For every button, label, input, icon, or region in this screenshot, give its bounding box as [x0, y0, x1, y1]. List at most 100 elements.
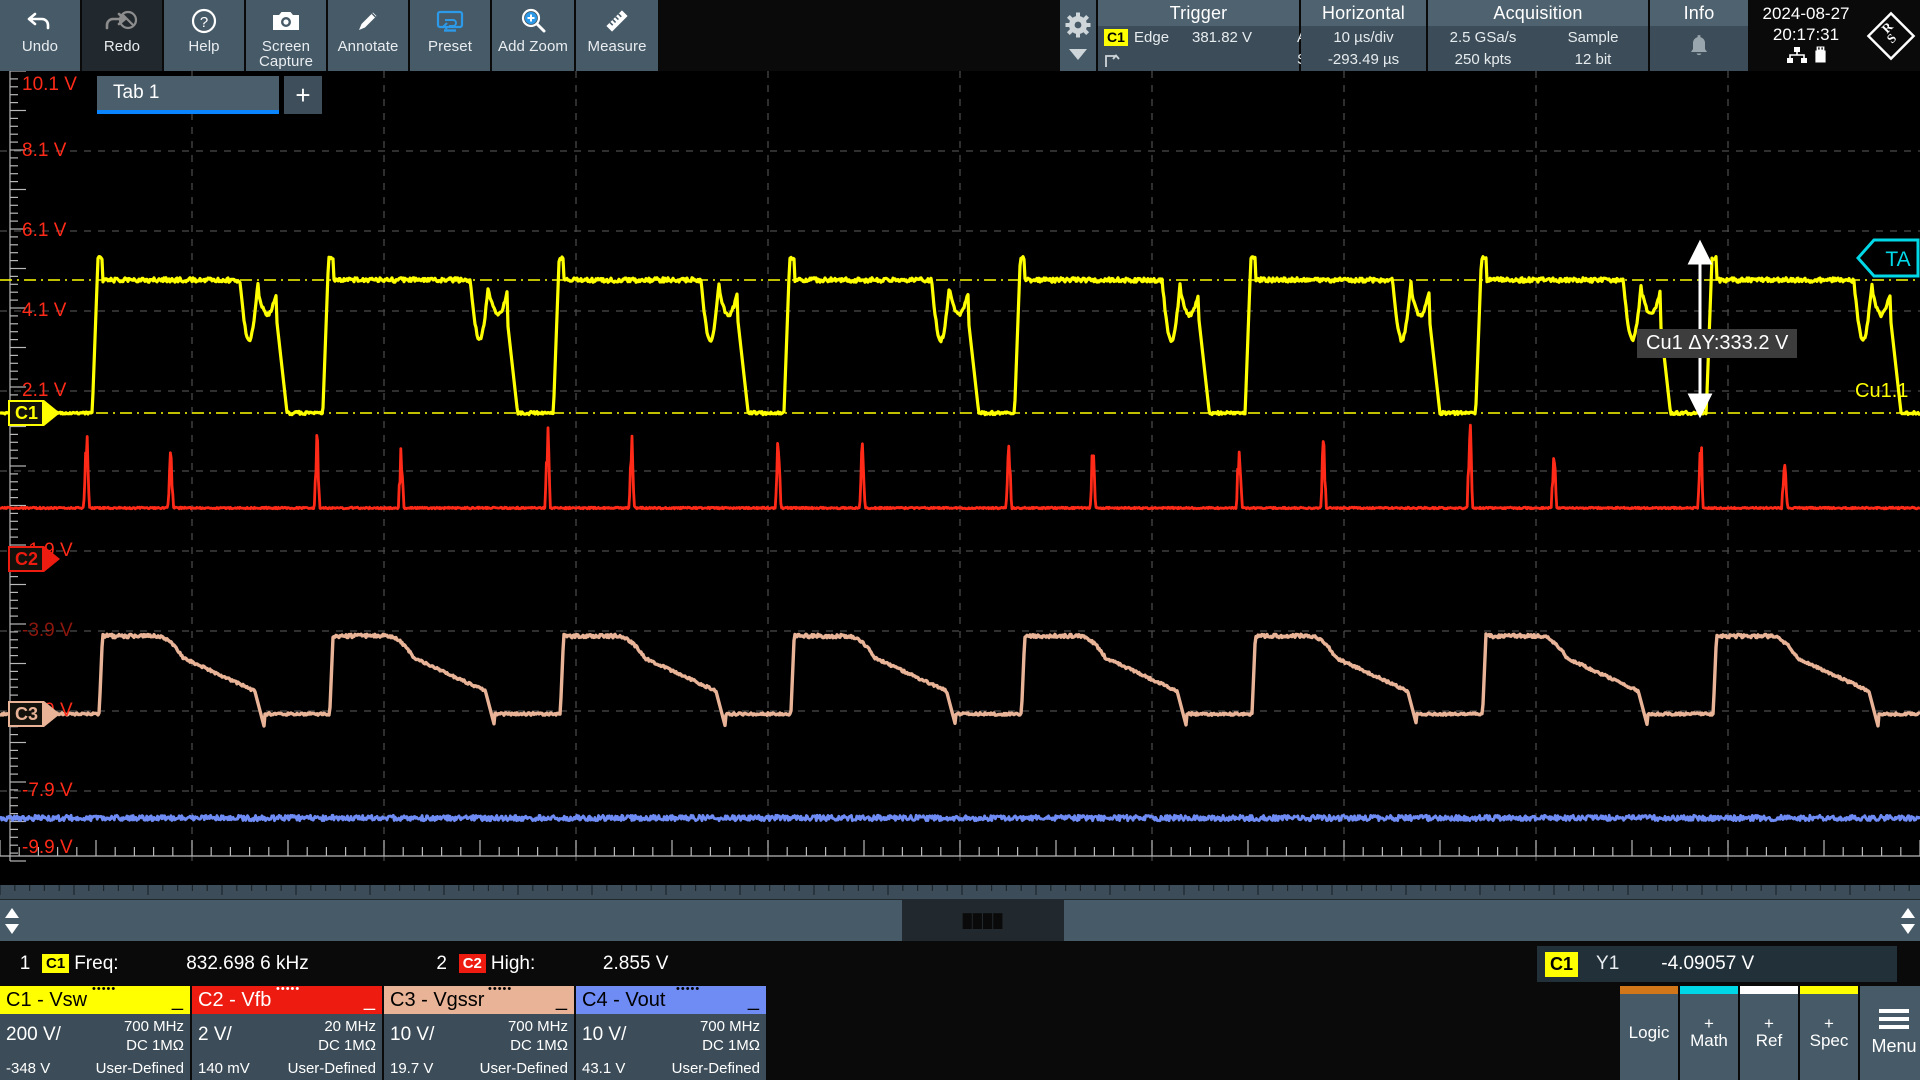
scrollbar-thumb[interactable]: ████	[902, 899, 1064, 942]
acquisition-mode[interactable]: Sample	[1568, 29, 1619, 46]
channel-bandwidth[interactable]: 20 MHz	[318, 1017, 376, 1036]
spec-button[interactable]: + Spec	[1800, 986, 1858, 1080]
channel-probe[interactable]: User-Defined	[96, 1060, 184, 1077]
cursor-readout-panel[interactable]: C1 Y1 -4.09057 V	[1537, 946, 1897, 982]
y-tick-label-hidden: -3.9 V	[22, 620, 73, 641]
add-zoom-button[interactable]: Add Zoom	[492, 0, 576, 71]
ref-button[interactable]: + Ref	[1740, 986, 1798, 1080]
measurement-source[interactable]: C2	[458, 954, 486, 973]
logic-button[interactable]: Logic	[1620, 986, 1678, 1080]
channel-bandwidth[interactable]: 700 MHz	[508, 1017, 568, 1036]
redo-button[interactable]: Redo	[82, 0, 164, 71]
measure-button[interactable]: Measure	[576, 0, 660, 71]
waveform-display[interactable]: 10.1 V 8.1 V 6.1 V 4.1 V 2.1 V -1.9 V -5…	[0, 71, 1920, 885]
channel-probe[interactable]: User-Defined	[288, 1060, 376, 1077]
annotate-button[interactable]: Annotate	[328, 0, 410, 71]
add-zoom-label: Add Zoom	[498, 38, 568, 55]
measurement-value: 2.855 V	[602, 952, 669, 974]
cursor-delta-label[interactable]: Cu1 ΔY:333.2 V	[1637, 329, 1798, 358]
clock-panel[interactable]: 2024-08-27 20:17:31	[1750, 0, 1862, 71]
channel-vertical-scale[interactable]: 2 V/	[198, 1016, 232, 1047]
channel-marker-c2[interactable]: C2	[2, 546, 61, 572]
help-button[interactable]: ? Help	[164, 0, 246, 71]
channel-signal-dots: •••••	[676, 983, 701, 995]
channel-offset[interactable]: 19.7 V	[390, 1060, 433, 1077]
tab-1[interactable]: Tab 1	[97, 76, 279, 114]
preset-button[interactable]: Preset	[410, 0, 492, 71]
channel-offset[interactable]: 43.1 V	[582, 1060, 625, 1077]
channel-bandwidth[interactable]: 700 MHz	[124, 1017, 184, 1036]
measurement-results-bar[interactable]: 1 C1 Freq: 832.698 6 kHz 2 C2 High: 2.85…	[0, 941, 1529, 986]
record-length[interactable]: 250 kpts	[1455, 51, 1512, 68]
channel-coupling[interactable]: DC 1MΩ	[124, 1036, 184, 1055]
scrollbar-track[interactable]: ████	[24, 899, 1896, 942]
channel-card-c2[interactable]: C2 - Vfb ••••• _ 2 V/ 20 MHz DC 1MΩ 140 …	[192, 983, 382, 1080]
channel-minimize-button[interactable]: _	[364, 990, 375, 1010]
trigger-slope-icon[interactable]	[1104, 50, 1134, 70]
adc-resolution[interactable]: 12 bit	[1575, 51, 1612, 68]
horizontal-timebase[interactable]: 10 µs/div	[1333, 29, 1393, 46]
trigger-source[interactable]: C1	[1104, 28, 1128, 46]
help-icon: ?	[190, 6, 218, 36]
undo-button[interactable]: Undo	[0, 0, 82, 71]
add-tab-button[interactable]: +	[284, 76, 322, 114]
channel-minimize-button[interactable]: _	[172, 990, 183, 1010]
channel-card-c3[interactable]: C3 - Vgssr ••••• _ 10 V/ 700 MHz DC 1MΩ …	[384, 983, 574, 1080]
math-color-cap	[1680, 986, 1738, 994]
cursor-readout-value: -4.09057 V	[1661, 953, 1755, 974]
channel-minimize-button[interactable]: _	[748, 990, 759, 1010]
trigger-type[interactable]: Edge	[1134, 29, 1192, 46]
toolbar-spacer	[660, 0, 1060, 71]
chevron-down-icon[interactable]	[1069, 48, 1087, 60]
measurement-item[interactable]: 2 C2 High: 2.855 V	[425, 952, 669, 975]
scroll-right-arrow[interactable]	[1896, 900, 1920, 942]
ref-label: Ref	[1755, 1030, 1783, 1050]
channel-card-c1[interactable]: C1 - Vsw ••••• _ 200 V/ 700 MHz DC 1MΩ -…	[0, 983, 190, 1080]
channel-card-c4[interactable]: C4 - Vout ••••• _ 10 V/ 700 MHz DC 1MΩ 4…	[576, 983, 766, 1080]
info-panel[interactable]: Info	[1650, 0, 1750, 71]
horizontal-position[interactable]: -293.49 µs	[1328, 51, 1399, 68]
channel-vertical-scale[interactable]: 10 V/	[390, 1016, 434, 1047]
time-label: 20:17:31	[1772, 25, 1840, 44]
cursor-name-label[interactable]: Cu1.1	[1855, 380, 1908, 403]
acquisition-panel[interactable]: Acquisition 2.5 GSa/s Sample 250 kpts 12…	[1428, 0, 1650, 71]
cursor-readout-source[interactable]: C1	[1545, 951, 1579, 977]
y-tick-label: -7.9 V	[22, 780, 73, 801]
camera-icon	[271, 6, 301, 36]
horizontal-panel[interactable]: Horizontal 10 µs/div -293.49 µs	[1301, 0, 1428, 71]
spec-plus: +	[1824, 1013, 1834, 1033]
math-button[interactable]: + Math	[1680, 986, 1738, 1080]
channel-offset[interactable]: -348 V	[6, 1060, 50, 1077]
trigger-level[interactable]: 381.82 V	[1192, 29, 1297, 46]
channel-coupling[interactable]: DC 1MΩ	[700, 1036, 760, 1055]
spec-label: Spec	[1809, 1030, 1849, 1050]
channel-vertical-scale[interactable]: 200 V/	[6, 1016, 61, 1047]
screen-capture-button[interactable]: Screen Capture	[246, 0, 328, 71]
channel-minimize-button[interactable]: _	[556, 990, 567, 1010]
channel-probe[interactable]: User-Defined	[480, 1060, 568, 1077]
measurement-item[interactable]: 1 C1 Freq: 832.698 6 kHz	[8, 953, 309, 975]
scroll-left-arrow[interactable]	[0, 900, 24, 942]
waveform-canvas[interactable]	[0, 71, 1920, 885]
trigger-panel[interactable]: Trigger C1 Edge 381.82 V Auto Stop	[1098, 0, 1328, 71]
bell-icon[interactable]	[1686, 34, 1712, 64]
y-tick-label: 8.1 V	[22, 140, 67, 161]
channel-bandwidth[interactable]: 700 MHz	[700, 1017, 760, 1036]
measurement-source[interactable]: C1	[42, 954, 70, 973]
channel-probe[interactable]: User-Defined	[672, 1060, 760, 1077]
channel-coupling[interactable]: DC 1MΩ	[318, 1036, 376, 1055]
trigger-marker-ta[interactable]: TA	[1856, 238, 1920, 278]
settings-column[interactable]	[1060, 0, 1098, 71]
channel-marker-c1[interactable]: C1	[2, 400, 61, 426]
channel-offset[interactable]: 140 mV	[198, 1060, 250, 1077]
channel-marker-c3[interactable]: C3	[2, 701, 61, 727]
help-label: Help	[188, 38, 220, 55]
channel-coupling[interactable]: DC 1MΩ	[508, 1036, 568, 1055]
gear-icon[interactable]	[1065, 12, 1091, 43]
sample-rate[interactable]: 2.5 GSa/s	[1450, 29, 1517, 46]
horizontal-scrollbar[interactable]: ████	[0, 899, 1920, 942]
y-tick-label: 6.1 V	[22, 220, 67, 241]
y-tick-label: -9.9 V	[22, 837, 73, 858]
channel-vertical-scale[interactable]: 10 V/	[582, 1016, 626, 1047]
menu-button[interactable]: Menu	[1860, 986, 1920, 1080]
